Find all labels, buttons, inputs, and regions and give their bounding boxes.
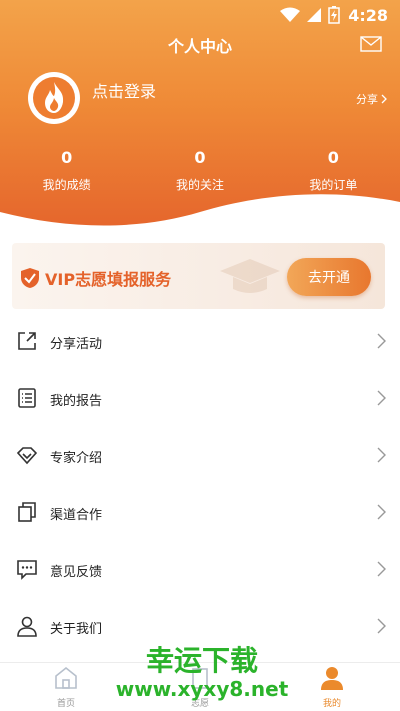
stat-label: 我的关注 [175, 178, 224, 192]
status-bar: 4:28 [0, 0, 400, 30]
menu-item-feedback[interactable]: 意见反馈 [0, 541, 400, 598]
stat-value: 0 [194, 148, 206, 167]
user-icon [17, 616, 37, 637]
stat-follows[interactable]: 0 我的关注 [133, 148, 266, 193]
stat-scores[interactable]: 0 我的成绩 [0, 148, 133, 193]
menu-label: 专家介绍 [50, 451, 103, 466]
chevron-right-icon [377, 561, 386, 577]
chevron-right-icon [377, 504, 386, 520]
nav-profile[interactable]: 我的 [302, 665, 362, 709]
wifi-icon [280, 7, 300, 22]
share-label: 分享 [356, 93, 378, 106]
status-time: 4:28 [348, 6, 388, 25]
menu-list: 分享活动 我的报告 专家介绍 渠道合作 意见反馈 关于我们 [0, 313, 400, 655]
nav-home[interactable]: 首页 [36, 665, 96, 709]
vip-activate-button[interactable]: 去开通 [287, 258, 371, 296]
menu-item-report[interactable]: 我的报告 [0, 370, 400, 427]
nav-label: 首页 [56, 699, 75, 709]
chevron-right-icon [377, 447, 386, 463]
menu-item-share[interactable]: 分享活动 [0, 313, 400, 370]
stat-orders[interactable]: 0 我的订单 [267, 148, 400, 193]
menu-label: 关于我们 [50, 622, 103, 637]
flame-logo-icon [33, 77, 75, 119]
stat-label: 我的成绩 [42, 178, 91, 192]
menu-label: 我的报告 [50, 394, 103, 409]
graduation-cap-icon [220, 259, 280, 293]
menu-label: 渠道合作 [50, 508, 103, 523]
watermark-title: 幸运下载 [145, 644, 258, 677]
stat-label: 我的订单 [309, 178, 358, 192]
menu-label: 意见反馈 [50, 565, 103, 580]
page-title: 个人中心 [167, 37, 232, 56]
vip-banner[interactable]: VIP志愿填报服务 去开通 [12, 243, 385, 309]
login-prompt[interactable]: 点击登录 [92, 78, 156, 102]
watermark: 幸运下载 www.xyxy8.net [112, 644, 292, 702]
signal-icon [307, 8, 321, 22]
chevron-right-icon [377, 333, 386, 349]
stat-value: 0 [327, 148, 339, 167]
menu-item-partnership[interactable]: 渠道合作 [0, 484, 400, 541]
chevron-right-icon [377, 390, 386, 406]
report-icon [18, 388, 36, 408]
chevron-right-icon [377, 618, 386, 634]
menu-item-experts[interactable]: 专家介绍 [0, 427, 400, 484]
nav-label: 我的 [322, 699, 341, 709]
shield-icon [21, 268, 39, 288]
mail-icon[interactable] [360, 36, 382, 52]
feedback-icon [17, 560, 37, 580]
diamond-icon [16, 447, 38, 465]
menu-label: 分享活动 [50, 337, 103, 352]
vip-title: VIP志愿填报服务 [45, 270, 172, 289]
share-icon [18, 332, 36, 350]
stat-value: 0 [61, 148, 73, 167]
watermark-url: www.xyxy8.net [115, 677, 289, 701]
battery-icon [328, 6, 340, 24]
stats-row: 0 我的成绩 0 我的关注 0 我的订单 [0, 148, 400, 193]
home-icon [55, 666, 77, 689]
profile-icon [321, 667, 343, 690]
avatar[interactable] [28, 72, 80, 124]
share-link[interactable]: 分享 [356, 91, 388, 107]
copy-icon [18, 502, 36, 522]
chevron-right-icon [381, 94, 387, 104]
